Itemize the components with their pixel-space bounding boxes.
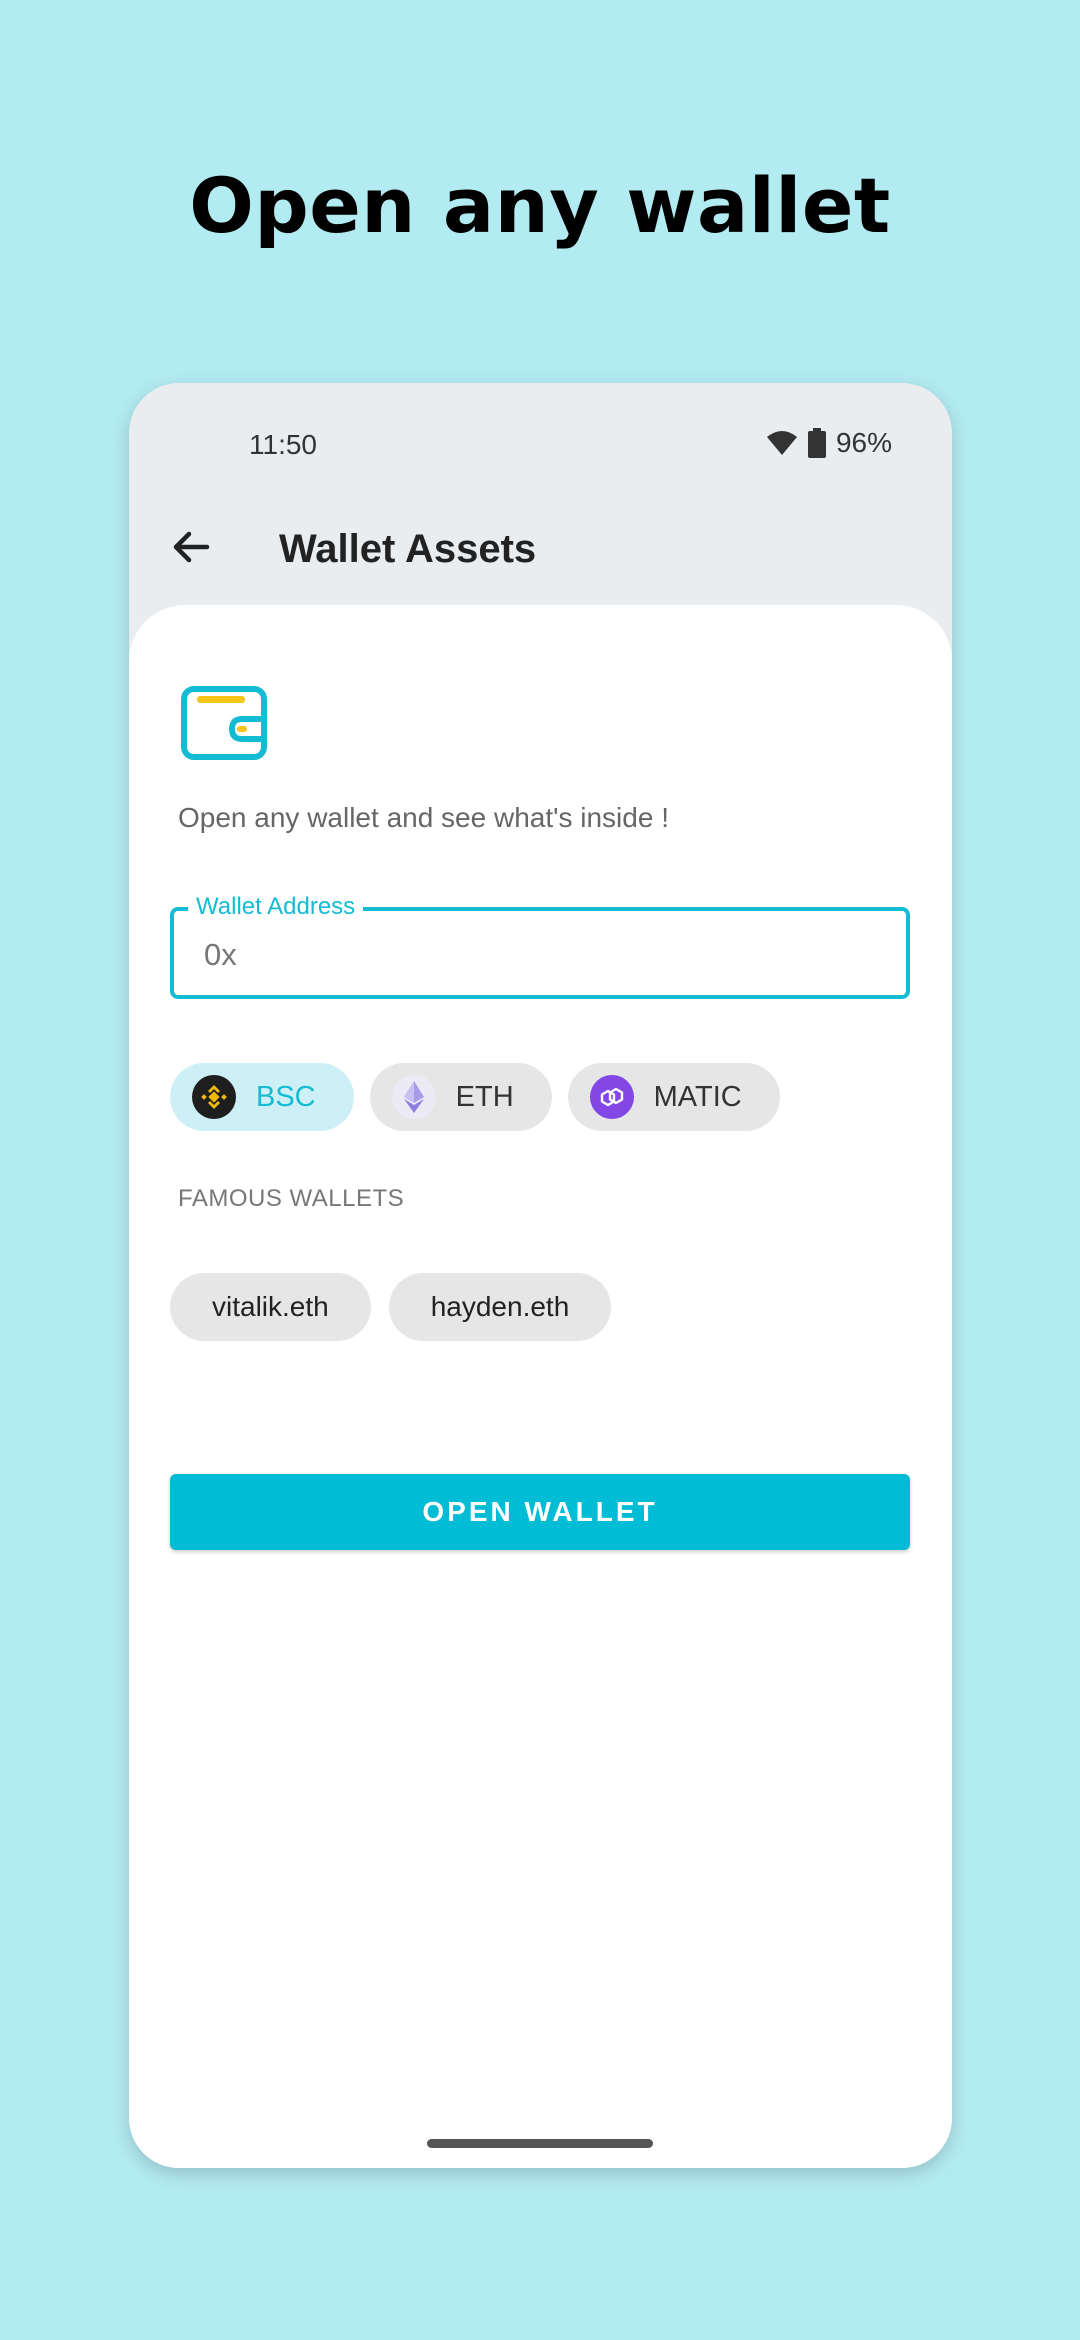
chain-chip-bsc[interactable]: BSC <box>170 1063 354 1131</box>
famous-wallets-list: vitalik.eth hayden.eth <box>170 1273 612 1341</box>
battery-icon <box>807 428 826 458</box>
status-time: 11:50 <box>249 429 317 460</box>
chain-chip-label: ETH <box>455 1080 514 1113</box>
wallet-address-input[interactable] <box>204 937 884 973</box>
content-sheet: Open any wallet and see what's inside ! … <box>129 605 952 2168</box>
app-title: Wallet Assets <box>279 527 537 571</box>
ethereum-icon <box>391 1075 436 1119</box>
subtitle-text: Open any wallet and see what's inside ! <box>178 802 669 833</box>
status-bar: 11:50 96% <box>129 383 952 493</box>
open-wallet-button[interactable]: OPEN WALLET <box>170 1474 910 1550</box>
arrow-left-icon[interactable] <box>167 523 215 571</box>
famous-wallet-chip[interactable]: hayden.eth <box>388 1273 612 1341</box>
app-bar: Wallet Assets <box>129 493 952 603</box>
home-indicator[interactable] <box>427 2139 653 2148</box>
wifi-icon <box>766 431 797 455</box>
status-icons: 96% <box>766 427 892 459</box>
bnb-icon <box>192 1075 236 1119</box>
battery-percentage: 96% <box>835 427 892 458</box>
chain-selector: BSC ETH MATIC <box>170 1063 780 1131</box>
famous-wallet-chip[interactable]: vitalik.eth <box>170 1273 371 1341</box>
famous-wallets-heading: FAMOUS WALLETS <box>178 1185 405 1212</box>
chain-chip-label: BSC <box>256 1080 316 1113</box>
wallet-address-label: Wallet Address <box>188 893 364 921</box>
promo-headline: Open any wallet <box>189 161 891 250</box>
wallet-address-field[interactable]: Wallet Address <box>170 893 910 999</box>
wallet-icon <box>181 686 267 760</box>
chain-chip-label: MATIC <box>653 1080 742 1113</box>
phone-frame: 11:50 96% Wallet Assets Open any wallet … <box>129 383 952 2168</box>
polygon-icon <box>589 1075 634 1119</box>
chain-chip-eth[interactable]: ETH <box>369 1063 552 1131</box>
chain-chip-matic[interactable]: MATIC <box>567 1063 780 1131</box>
